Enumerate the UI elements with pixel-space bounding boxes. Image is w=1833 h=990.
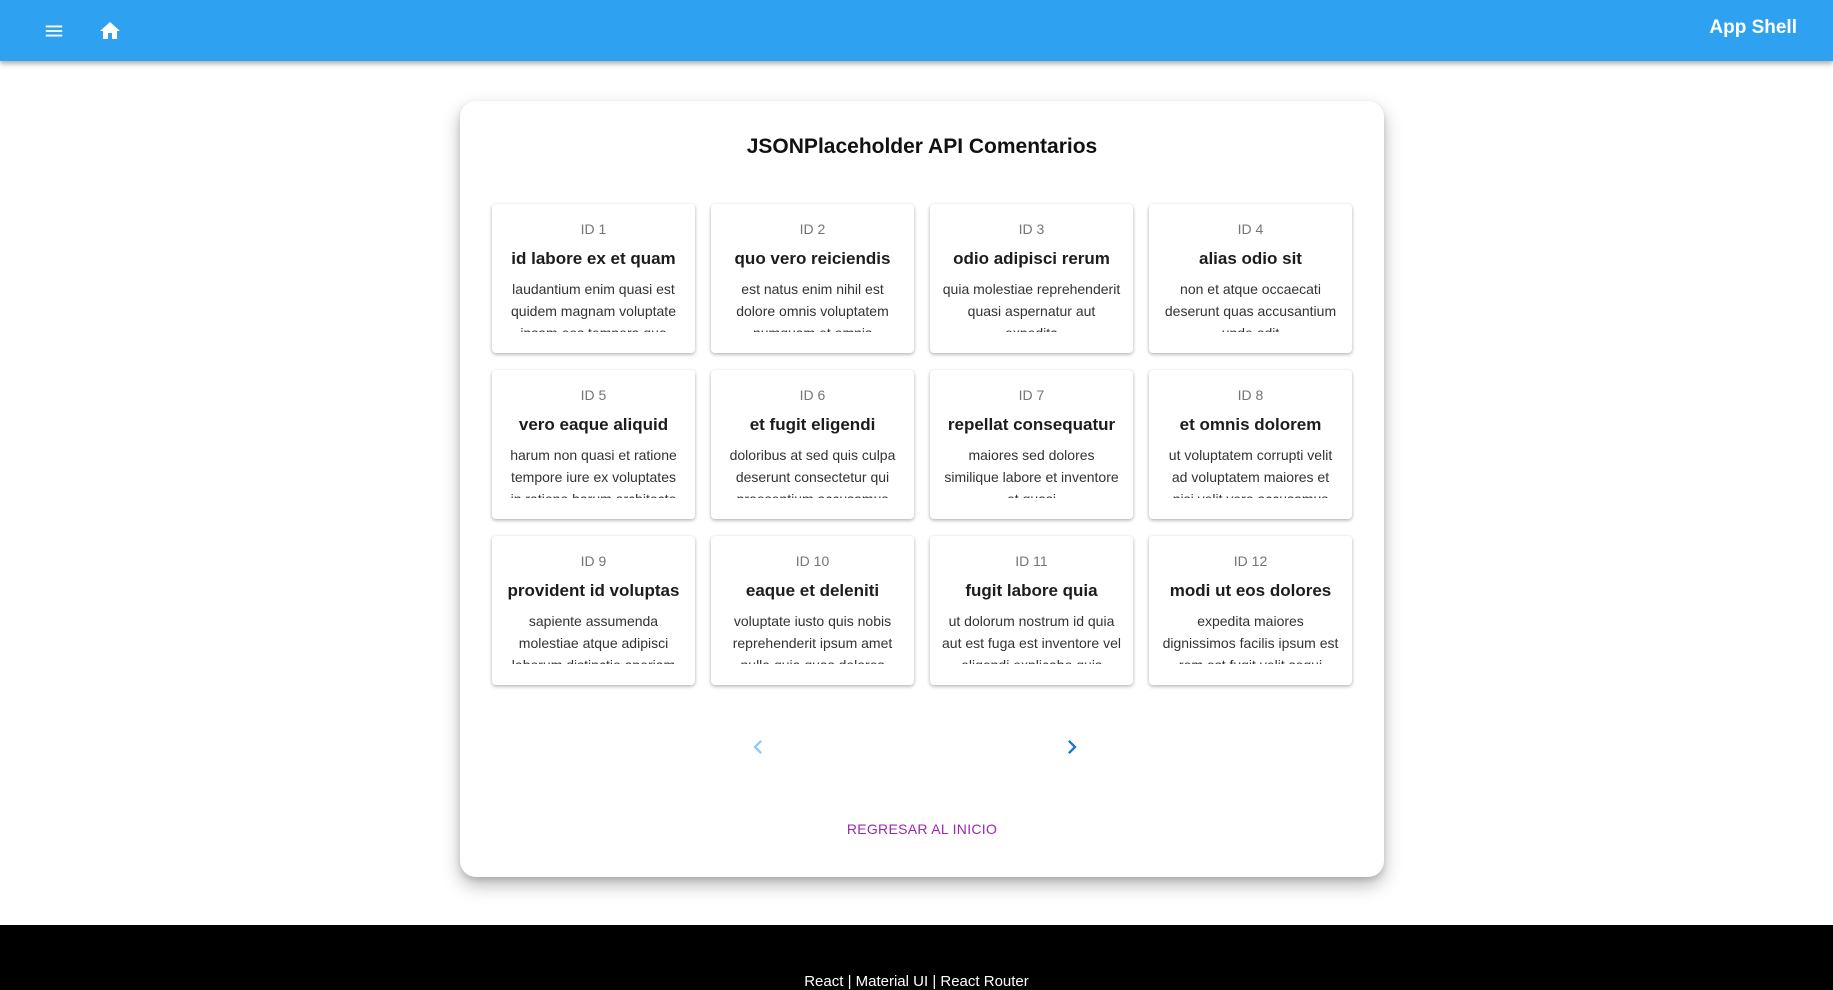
comment-body: doloribus at sed quis culpa deserunt con… bbox=[729, 447, 896, 498]
comment-body: voluptate iusto quis nobis reprehenderit… bbox=[732, 613, 893, 664]
comment-id: ID 1 bbox=[580, 221, 607, 237]
comment-id: ID 6 bbox=[799, 387, 826, 403]
comment-body: laudantium enim quasi est quidem magnam … bbox=[511, 281, 676, 332]
comment-name: fugit labore quia bbox=[965, 581, 1098, 600]
home-button[interactable] bbox=[90, 11, 130, 51]
menu-button[interactable] bbox=[34, 11, 74, 51]
comment-card: ID 12 modi ut eos dolores expedita maiores… bbox=[1149, 536, 1352, 685]
comment-card: ID 9 provident id voluptas sapiente assume… bbox=[492, 536, 695, 685]
comment-name: modi ut eos dolores bbox=[1169, 581, 1332, 600]
comment-body: harum non quasi et ratione tempore iure … bbox=[510, 447, 677, 498]
comment-name: eaque et deleniti bbox=[745, 581, 880, 600]
comment-body: ut voluptatem corrupti velit ad voluptat… bbox=[1168, 447, 1333, 498]
comment-body: est natus enim nihil est dolore omnis vo… bbox=[736, 281, 889, 332]
comment-card: ID 4 alias odio sit non et atque occaecati… bbox=[1149, 204, 1352, 353]
comment-name: et fugit eligendi bbox=[749, 415, 876, 434]
comment-card: ID 7 repellat consequatur maiores sed dolo… bbox=[930, 370, 1133, 519]
page-title: JSONPlaceholder API Comentarios bbox=[746, 135, 1098, 158]
app-title: App Shell bbox=[1709, 17, 1797, 38]
comment-card: ID 6 et fugit eligendi doloribus at sed qu… bbox=[711, 370, 914, 519]
comment-card: ID 3 odio adipisci rerum quia molestiae re… bbox=[930, 204, 1133, 353]
comment-body: quia molestiae reprehenderit quasi asper… bbox=[942, 281, 1121, 332]
comment-id: ID 2 bbox=[799, 221, 826, 237]
comment-id: ID 11 bbox=[1015, 553, 1048, 569]
comment-name: provident id voluptas bbox=[507, 581, 680, 600]
back-to-home-link[interactable]: REGRESAR AL INICIO bbox=[460, 821, 1384, 837]
comment-card: ID 10 eaque et deleniti voluptate iusto qu… bbox=[711, 536, 914, 685]
comment-name: repellat consequatur bbox=[947, 415, 1116, 434]
home-icon bbox=[100, 22, 120, 39]
comment-card: ID 11 fugit labore quia ut dolorum nostrum… bbox=[930, 536, 1133, 685]
comment-id: ID 7 bbox=[1018, 387, 1045, 403]
comment-id: ID 3 bbox=[1018, 221, 1045, 237]
comment-name: vero eaque aliquid bbox=[518, 415, 669, 434]
comment-name: alias odio sit bbox=[1199, 249, 1302, 268]
comment-card: ID 2 quo vero reiciendis est natus enim ni… bbox=[711, 204, 914, 353]
comment-body: non et atque occaecati deserunt quas acc… bbox=[1164, 281, 1337, 332]
app-bar: App Shell bbox=[0, 0, 1833, 61]
comment-body: maiores sed dolores similique labore et … bbox=[944, 447, 1119, 498]
comment-name: odio adipisci rerum bbox=[953, 249, 1110, 268]
comment-card: ID 1 id labore ex et quam laudantium enim … bbox=[492, 204, 695, 353]
comment-body: sapiente assumenda molestiae atque adipi… bbox=[512, 613, 675, 664]
comment-name: id labore ex et quam bbox=[511, 249, 676, 268]
footer-text: React | Material UI | React Router bbox=[804, 973, 1029, 990]
comment-name: et omnis dolorem bbox=[1179, 415, 1322, 434]
comment-name: quo vero reiciendis bbox=[734, 249, 891, 268]
menu-icon bbox=[45, 25, 63, 37]
comment-id: ID 8 bbox=[1237, 387, 1264, 403]
comments-panel: JSONPlaceholder API Comentarios ID 1 id l… bbox=[460, 101, 1384, 877]
footer: React | Material UI | React Router bbox=[0, 925, 1833, 990]
comments-grid: ID 1 id labore ex et quam laudantium enim … bbox=[492, 204, 1352, 685]
comment-id: ID 9 bbox=[580, 553, 607, 569]
comment-card: ID 8 et omnis dolorem ut voluptatem corrup… bbox=[1149, 370, 1352, 519]
comment-id: ID 5 bbox=[580, 387, 607, 403]
comment-id: ID 4 bbox=[1237, 221, 1264, 237]
comment-body: ut dolorum nostrum id quia aut est fuga … bbox=[942, 613, 1121, 664]
comment-id: ID 10 bbox=[795, 553, 830, 569]
chevron-left-icon bbox=[753, 740, 762, 754]
comment-body: expedita maiores dignissimos facilis ips… bbox=[1162, 613, 1339, 664]
chevron-right-icon bbox=[1068, 740, 1077, 754]
previous-page-button[interactable] bbox=[740, 729, 776, 765]
next-page-button[interactable] bbox=[1054, 729, 1090, 765]
comment-id: ID 12 bbox=[1233, 553, 1268, 569]
comment-card: ID 5 vero eaque aliquid harum non quasi et… bbox=[492, 370, 695, 519]
